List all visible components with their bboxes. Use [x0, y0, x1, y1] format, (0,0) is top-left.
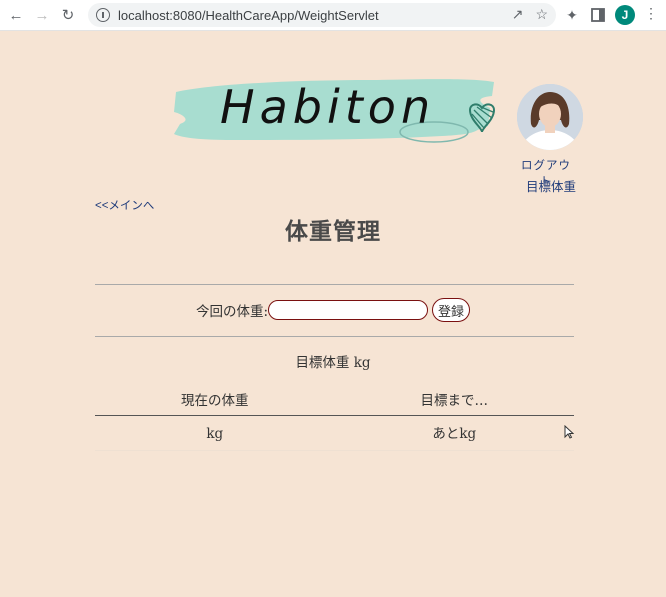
- url-text[interactable]: localhost:8080/HealthCareApp/WeightServl…: [118, 8, 379, 23]
- back-arrow-icon[interactable]: ←: [6, 5, 26, 25]
- divider-middle: [95, 336, 574, 337]
- forward-arrow-icon[interactable]: →: [32, 5, 52, 25]
- profile-initial: J: [621, 8, 629, 22]
- target-weight-link[interactable]: 目標体重: [520, 176, 576, 195]
- address-bar[interactable]: localhost:8080/HealthCareApp/WeightServl…: [88, 3, 556, 27]
- weight-form: 今回の体重: 登録: [0, 297, 666, 323]
- extensions-icon[interactable]: ✦: [563, 6, 581, 24]
- weight-table: 現在の体重 目標まで… kg あとkg: [95, 389, 574, 451]
- divider-top: [95, 284, 574, 285]
- table-header-row: 現在の体重 目標まで…: [95, 389, 574, 416]
- back-to-main-link[interactable]: <<メインへ: [95, 197, 154, 213]
- share-icon[interactable]: ↗: [512, 6, 524, 23]
- weight-input[interactable]: [268, 300, 429, 320]
- habiton-logo: Habiton: [172, 74, 498, 154]
- header-until-goal: 目標まで…: [420, 393, 489, 409]
- register-button[interactable]: 登録: [432, 298, 471, 322]
- page-title: 体重管理: [285, 219, 381, 245]
- reload-icon[interactable]: ↻: [58, 5, 78, 25]
- goal-weight-text: 目標体重 kg: [295, 355, 371, 371]
- mouse-cursor-icon: [564, 425, 574, 439]
- logo-text: Habiton: [220, 80, 436, 134]
- user-avatar: [517, 84, 583, 150]
- weight-label: 今回の体重:: [195, 304, 269, 320]
- site-info-icon[interactable]: [96, 8, 110, 22]
- cell-remaining: あとkg: [432, 426, 477, 442]
- table-row: kg あとkg: [95, 416, 574, 451]
- side-panel-icon[interactable]: [589, 6, 607, 24]
- browser-menu-icon[interactable]: ⋮: [644, 5, 658, 25]
- header-current-weight: 現在の体重: [181, 393, 249, 409]
- cell-current-weight: kg: [206, 426, 224, 442]
- bookmark-star-icon[interactable]: ☆: [535, 6, 548, 23]
- profile-avatar-icon[interactable]: J: [615, 5, 635, 25]
- browser-toolbar: ← → ↻ localhost:8080/HealthCareApp/Weigh…: [0, 0, 666, 31]
